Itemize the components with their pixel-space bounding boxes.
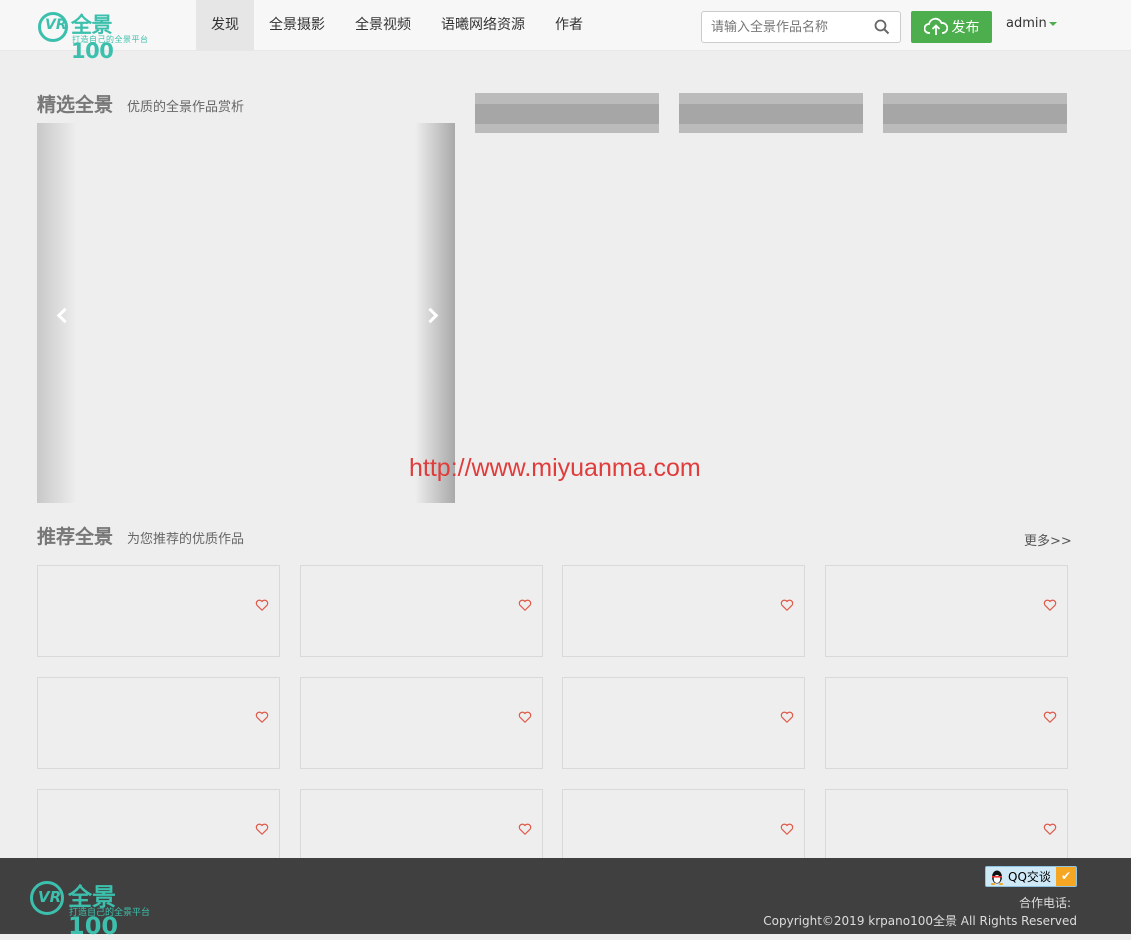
user-menu[interactable]: admin: [1006, 16, 1057, 31]
top-navbar: VR 全景100 打造自己的全景平台 发现 全景摄影 全景视频 语曦网络资源 作…: [0, 0, 1131, 63]
vr-logo-icon: VR: [38, 12, 68, 42]
nav-item-network-resources[interactable]: 语曦网络资源: [426, 0, 540, 51]
heart-icon[interactable]: [1043, 822, 1057, 836]
publish-label: 发布: [951, 20, 980, 36]
publish-button[interactable]: 发布: [911, 11, 992, 43]
search-box: [701, 11, 901, 43]
heart-icon[interactable]: [780, 822, 794, 836]
heart-icon[interactable]: [518, 710, 532, 724]
carousel-prev-button[interactable]: [37, 123, 77, 503]
heart-icon[interactable]: [780, 710, 794, 724]
heart-icon[interactable]: [1043, 598, 1057, 612]
featured-thumbnail[interactable]: [679, 93, 863, 133]
nav-item-authors[interactable]: 作者: [540, 0, 598, 51]
heart-icon[interactable]: [255, 710, 269, 724]
search-input[interactable]: [702, 12, 870, 42]
qq-penguin-icon: [990, 870, 1004, 885]
search-icon[interactable]: [874, 19, 890, 35]
heart-icon[interactable]: [1043, 710, 1057, 724]
cloud-upload-icon: [923, 17, 948, 35]
username: admin: [1006, 16, 1047, 31]
heart-icon[interactable]: [518, 598, 532, 612]
panorama-card[interactable]: [37, 677, 280, 769]
chevron-left-icon: [56, 307, 73, 324]
nav-item-panorama-video[interactable]: 全景视频: [340, 0, 426, 51]
heart-icon[interactable]: [780, 598, 794, 612]
featured-thumbnail[interactable]: [883, 93, 1067, 133]
caret-down-icon: [1048, 21, 1057, 26]
nav-item-discover[interactable]: 发现: [196, 0, 254, 51]
panorama-card[interactable]: [37, 565, 280, 657]
panorama-card[interactable]: [299, 565, 543, 657]
heart-icon[interactable]: [255, 598, 269, 612]
footer-logo[interactable]: VR 全景100 打造自己的全景平台: [30, 877, 155, 940]
panorama-card[interactable]: [562, 565, 805, 657]
chevron-right-icon: [422, 307, 439, 324]
footer: VR 全景100 打造自己的全景平台 QQ交谈 ✔ 合作电话: Copyrigh…: [0, 858, 1131, 940]
heart-icon[interactable]: [255, 822, 269, 836]
recommended-title: 推荐全景: [37, 526, 114, 548]
featured-carousel: [37, 123, 455, 503]
more-link[interactable]: 更多>>: [1024, 530, 1072, 549]
panorama-card[interactable]: [824, 565, 1068, 657]
copyright-text: Copyright©2019 krpano100全景 All Rights Re…: [763, 914, 1077, 928]
site-logo[interactable]: VR 全景100 打造自己的全景平台: [38, 9, 149, 63]
qq-chat-button[interactable]: QQ交谈 ✔: [985, 866, 1077, 887]
heart-icon[interactable]: [518, 822, 532, 836]
recommended-subtitle: 为您推荐的优质作品: [127, 532, 245, 547]
panorama-card[interactable]: [824, 677, 1068, 769]
footer-logo-slogan: 打造自己的全景平台: [69, 908, 151, 918]
nav-item-panorama-photo[interactable]: 全景摄影: [254, 0, 340, 51]
main-nav: 发现 全景摄影 全景视频 语曦网络资源 作者: [196, 0, 598, 51]
logo-slogan: 打造自己的全景平台: [72, 35, 149, 44]
vr-logo-icon: VR: [30, 881, 64, 915]
featured-subtitle: 优质的全景作品赏析: [127, 100, 245, 115]
panorama-card[interactable]: [562, 677, 805, 769]
check-icon: ✔: [1056, 867, 1076, 886]
featured-title: 精选全景: [37, 94, 114, 116]
panorama-card[interactable]: [299, 677, 543, 769]
qq-chat-label: QQ交谈: [1008, 870, 1051, 884]
watermark-url: http://www.miyuanma.com: [409, 454, 701, 482]
carousel-next-button[interactable]: [415, 123, 455, 503]
featured-thumbnail[interactable]: [475, 93, 659, 133]
contact-phone-label: 合作电话:: [1018, 896, 1071, 910]
